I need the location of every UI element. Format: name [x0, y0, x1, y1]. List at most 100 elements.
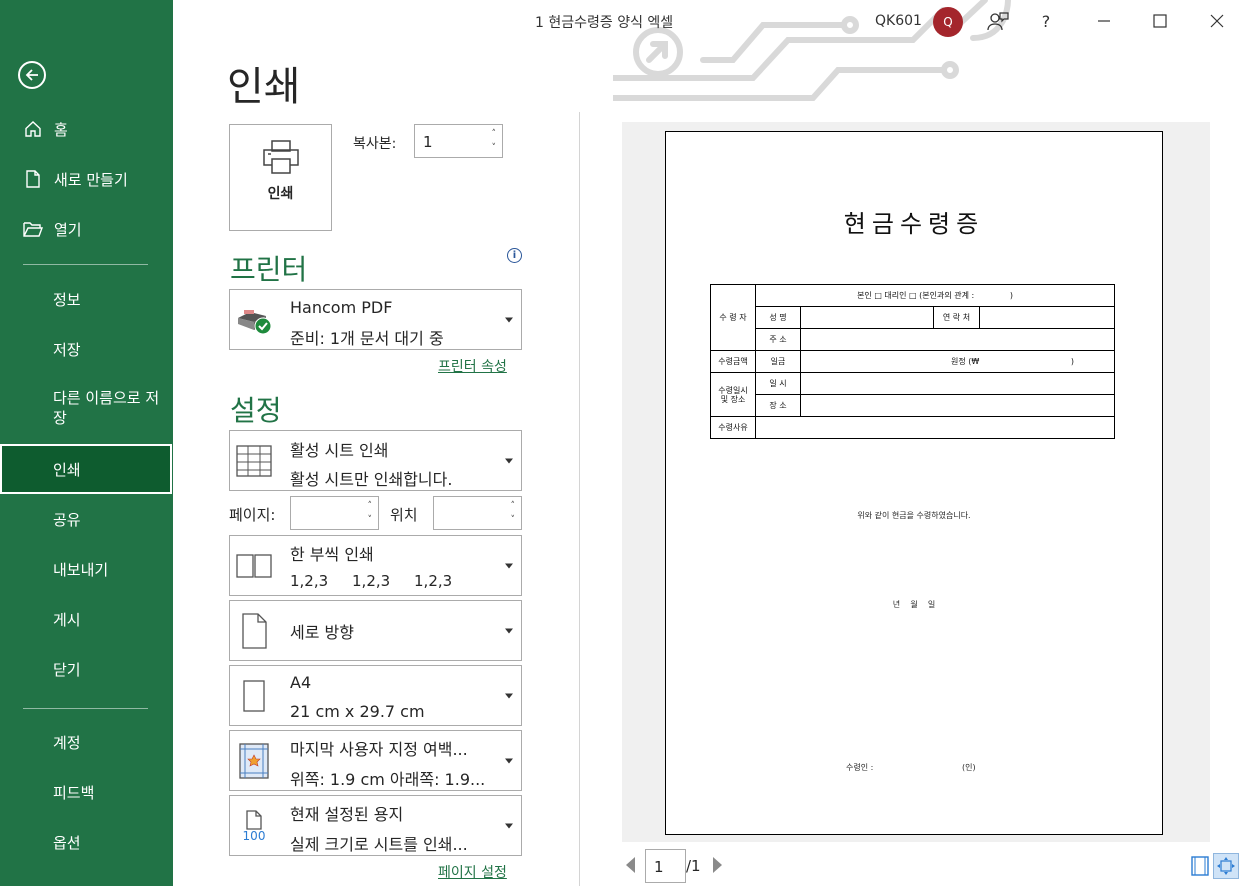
- amount-prefix: 일금: [755, 350, 801, 373]
- sidebar-item-open[interactable]: 열기: [0, 206, 173, 252]
- sidebar-item-label: 게시: [53, 610, 81, 629]
- preview-divider: [579, 112, 580, 886]
- sidebar-item-options[interactable]: 옵션: [0, 819, 173, 865]
- printer-status: 준비: 1개 문서 대기 중: [290, 329, 444, 348]
- chevron-up-icon[interactable]: ˄: [492, 129, 497, 139]
- sidebar-item-home[interactable]: 홈: [0, 106, 173, 152]
- dropdown-arrow-icon: [505, 563, 513, 568]
- back-button[interactable]: [18, 61, 46, 89]
- printer-name: Hancom PDF: [290, 298, 393, 317]
- reason-label: 수령사유: [710, 416, 756, 439]
- pages-to-input[interactable]: ˄ ˅: [433, 496, 522, 530]
- sidebar-item-publish[interactable]: 게시: [0, 596, 173, 642]
- page-total: /1: [686, 857, 701, 875]
- preview-page: 현금수령증 수 령 자 본인 □ 대리인 □ (본인과의 관계 : ) 성 명 …: [665, 131, 1163, 835]
- page-title: 인쇄: [227, 64, 301, 110]
- printer-properties-link[interactable]: 프린터 속성: [438, 356, 507, 376]
- folder-open-icon: [22, 218, 44, 240]
- sidebar-item-account[interactable]: 계정: [0, 719, 173, 765]
- pages-from-input[interactable]: ˄ ˅: [290, 496, 379, 530]
- collate-dropdown[interactable]: 한 부씩 인쇄 1,2,3 1,2,3 1,2,3: [229, 535, 522, 596]
- date-label: 일 시: [755, 372, 801, 395]
- collate-icon: [236, 548, 272, 584]
- sidebar-item-label: 홈: [54, 120, 68, 139]
- margins-icon: [236, 742, 272, 779]
- next-page-button[interactable]: [713, 857, 722, 873]
- date-line: 년 월 일: [892, 600, 936, 609]
- sidebar-item-label: 공유: [53, 510, 81, 529]
- sidebar-item-label: 닫기: [53, 660, 81, 679]
- print-button-label: 인쇄: [267, 186, 294, 202]
- receiver-label: 수 령 자: [710, 284, 756, 351]
- datetime-label: 수령일시 및 장소: [710, 372, 756, 417]
- seal-label: (인): [962, 763, 976, 772]
- excel-backstage-print: 홈 새로 만들기 열기 정보 저장 다른 이름으로 저장 인쇄 공유 내보내기 …: [0, 0, 1246, 886]
- avatar[interactable]: Q: [933, 7, 963, 37]
- dropdown-arrow-icon: [505, 758, 513, 763]
- zoom-to-page-icon: [1217, 857, 1235, 875]
- copies-stepper[interactable]: 1 ˄ ˅: [414, 124, 503, 158]
- sidebar-item-feedback[interactable]: 피드백: [0, 769, 173, 815]
- coauthor-icon[interactable]: [985, 9, 1011, 33]
- paper-size-dropdown[interactable]: A4 21 cm x 29.7 cm: [229, 665, 522, 726]
- confirm-text: 위와 같이 현금을 수령하였습니다.: [857, 511, 971, 520]
- close-icon: [1210, 14, 1224, 28]
- help-button[interactable]: ?: [1033, 9, 1059, 33]
- home-icon: [22, 118, 44, 140]
- scaling-dropdown[interactable]: 100 현재 설정된 용지 실제 크기로 시트를 인쇄...: [229, 795, 522, 856]
- pages-label: 페이지:: [229, 506, 276, 524]
- user-name: QK601: [875, 13, 922, 29]
- sidebar-item-export[interactable]: 내보내기: [0, 546, 173, 592]
- minimize-icon: [1098, 20, 1110, 22]
- sidebar-item-save-as[interactable]: 다른 이름으로 저장: [0, 383, 173, 433]
- maximize-button[interactable]: [1147, 9, 1173, 33]
- sidebar-item-info[interactable]: 정보: [0, 276, 173, 322]
- print-button[interactable]: 인쇄: [229, 124, 332, 231]
- printer-heading: 프린터: [230, 253, 308, 286]
- sidebar-item-share[interactable]: 공유: [0, 496, 173, 542]
- scaling-desc: 실제 크기로 시트를 인쇄...: [290, 835, 468, 854]
- amount-suffix: 원정 (₩ ): [800, 350, 1115, 373]
- chevron-down-icon[interactable]: ˅: [368, 515, 373, 525]
- print-scope-dropdown[interactable]: 활성 시트 인쇄 활성 시트만 인쇄합니다.: [229, 430, 522, 491]
- chevron-down-icon[interactable]: ˅: [492, 143, 497, 153]
- backstage-sidebar: 홈 새로 만들기 열기 정보 저장 다른 이름으로 저장 인쇄 공유 내보내기 …: [0, 0, 173, 886]
- settings-heading: 설정: [230, 394, 282, 427]
- signer-label: 수령인 :: [846, 763, 874, 772]
- sidebar-item-new[interactable]: 새로 만들기: [0, 156, 173, 202]
- margins-desc: 위쪽: 1.9 cm 아래쪽: 1.9...: [290, 770, 486, 789]
- show-margins-button[interactable]: [1187, 853, 1213, 879]
- chevron-down-icon[interactable]: ˅: [511, 515, 516, 525]
- chevron-up-icon[interactable]: ˄: [368, 501, 373, 511]
- orientation-dropdown[interactable]: 세로 방향: [229, 600, 522, 661]
- maximize-icon: [1153, 14, 1167, 28]
- sidebar-item-close[interactable]: 닫기: [0, 646, 173, 692]
- window-title: 1 현금수령증 양식 엑셀: [535, 15, 674, 31]
- info-icon[interactable]: i: [507, 248, 522, 263]
- printer-dropdown[interactable]: Hancom PDF 준비: 1개 문서 대기 중: [229, 289, 522, 350]
- paper-size-icon: [236, 678, 272, 714]
- name-label: 성 명: [755, 306, 801, 329]
- minimize-button[interactable]: [1091, 9, 1117, 33]
- zoom-to-page-button[interactable]: [1213, 853, 1239, 879]
- sidebar-item-label: 계정: [53, 733, 81, 752]
- scaling-icon: 100: [236, 808, 272, 844]
- sidebar-item-label: 저장: [53, 340, 81, 359]
- chevron-up-icon[interactable]: ˄: [511, 501, 516, 511]
- sidebar-item-print[interactable]: 인쇄: [0, 444, 172, 494]
- amount-label: 수령금액: [710, 350, 756, 373]
- sidebar-item-save[interactable]: 저장: [0, 326, 173, 372]
- sidebar-item-label: 열기: [54, 220, 82, 239]
- place-label: 장 소: [755, 394, 801, 417]
- margins-dropdown[interactable]: 마지막 사용자 지정 여백... 위쪽: 1.9 cm 아래쪽: 1.9...: [229, 730, 522, 791]
- collate-title: 한 부씩 인쇄: [290, 545, 374, 564]
- page-setup-link[interactable]: 페이지 설정: [438, 862, 507, 882]
- previous-page-button[interactable]: [626, 857, 635, 873]
- printer-ready-icon: [236, 302, 272, 338]
- contact-cell: [979, 306, 1115, 329]
- page-number-input[interactable]: 1: [645, 849, 686, 883]
- margins-title: 마지막 사용자 지정 여백...: [290, 740, 468, 759]
- close-button[interactable]: [1204, 9, 1230, 33]
- sidebar-item-label: 인쇄: [53, 460, 81, 479]
- portrait-page-icon: [236, 612, 272, 649]
